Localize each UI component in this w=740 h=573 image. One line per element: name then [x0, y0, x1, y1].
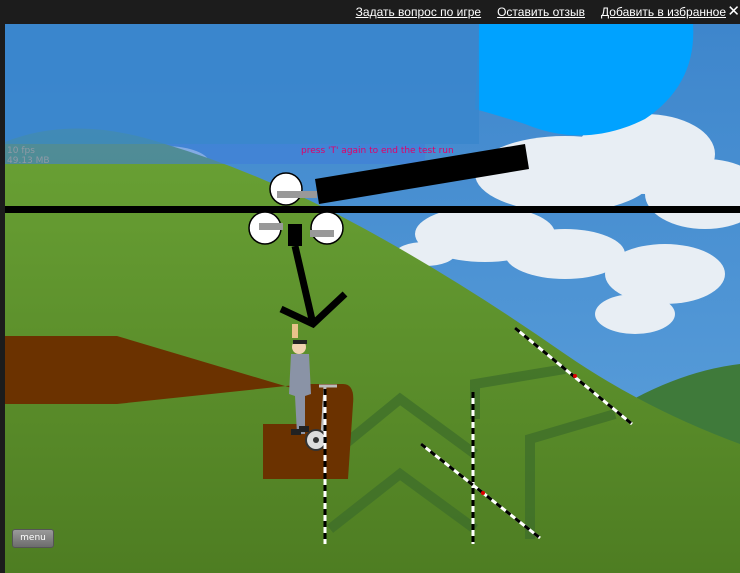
ask-question-link[interactable]: Задать вопрос по игре	[356, 5, 481, 19]
game-canvas[interactable]: 10 fps 49.13 MB press 'T' again to end t…	[5, 24, 740, 573]
hud-stats: 10 fps 49.13 MB	[7, 146, 50, 166]
add-favorite-link[interactable]: Добавить в избранное	[601, 5, 726, 19]
leave-review-link[interactable]: Оставить отзыв	[497, 5, 585, 19]
close-icon[interactable]: ✕	[727, 2, 740, 20]
zipline	[5, 206, 740, 213]
blue-band	[5, 24, 479, 144]
site-header: Задать вопрос по игре Оставить отзыв Доб…	[0, 0, 740, 24]
fps-counter: 10 fps	[7, 146, 35, 156]
game-scene[interactable]	[5, 24, 740, 573]
header-links: Задать вопрос по игре Оставить отзыв Доб…	[356, 5, 726, 19]
test-run-hint: press 'T' again to end the test run	[301, 146, 454, 156]
memory-counter: 49.13 MB	[7, 156, 50, 166]
menu-button[interactable]: menu	[12, 529, 54, 548]
